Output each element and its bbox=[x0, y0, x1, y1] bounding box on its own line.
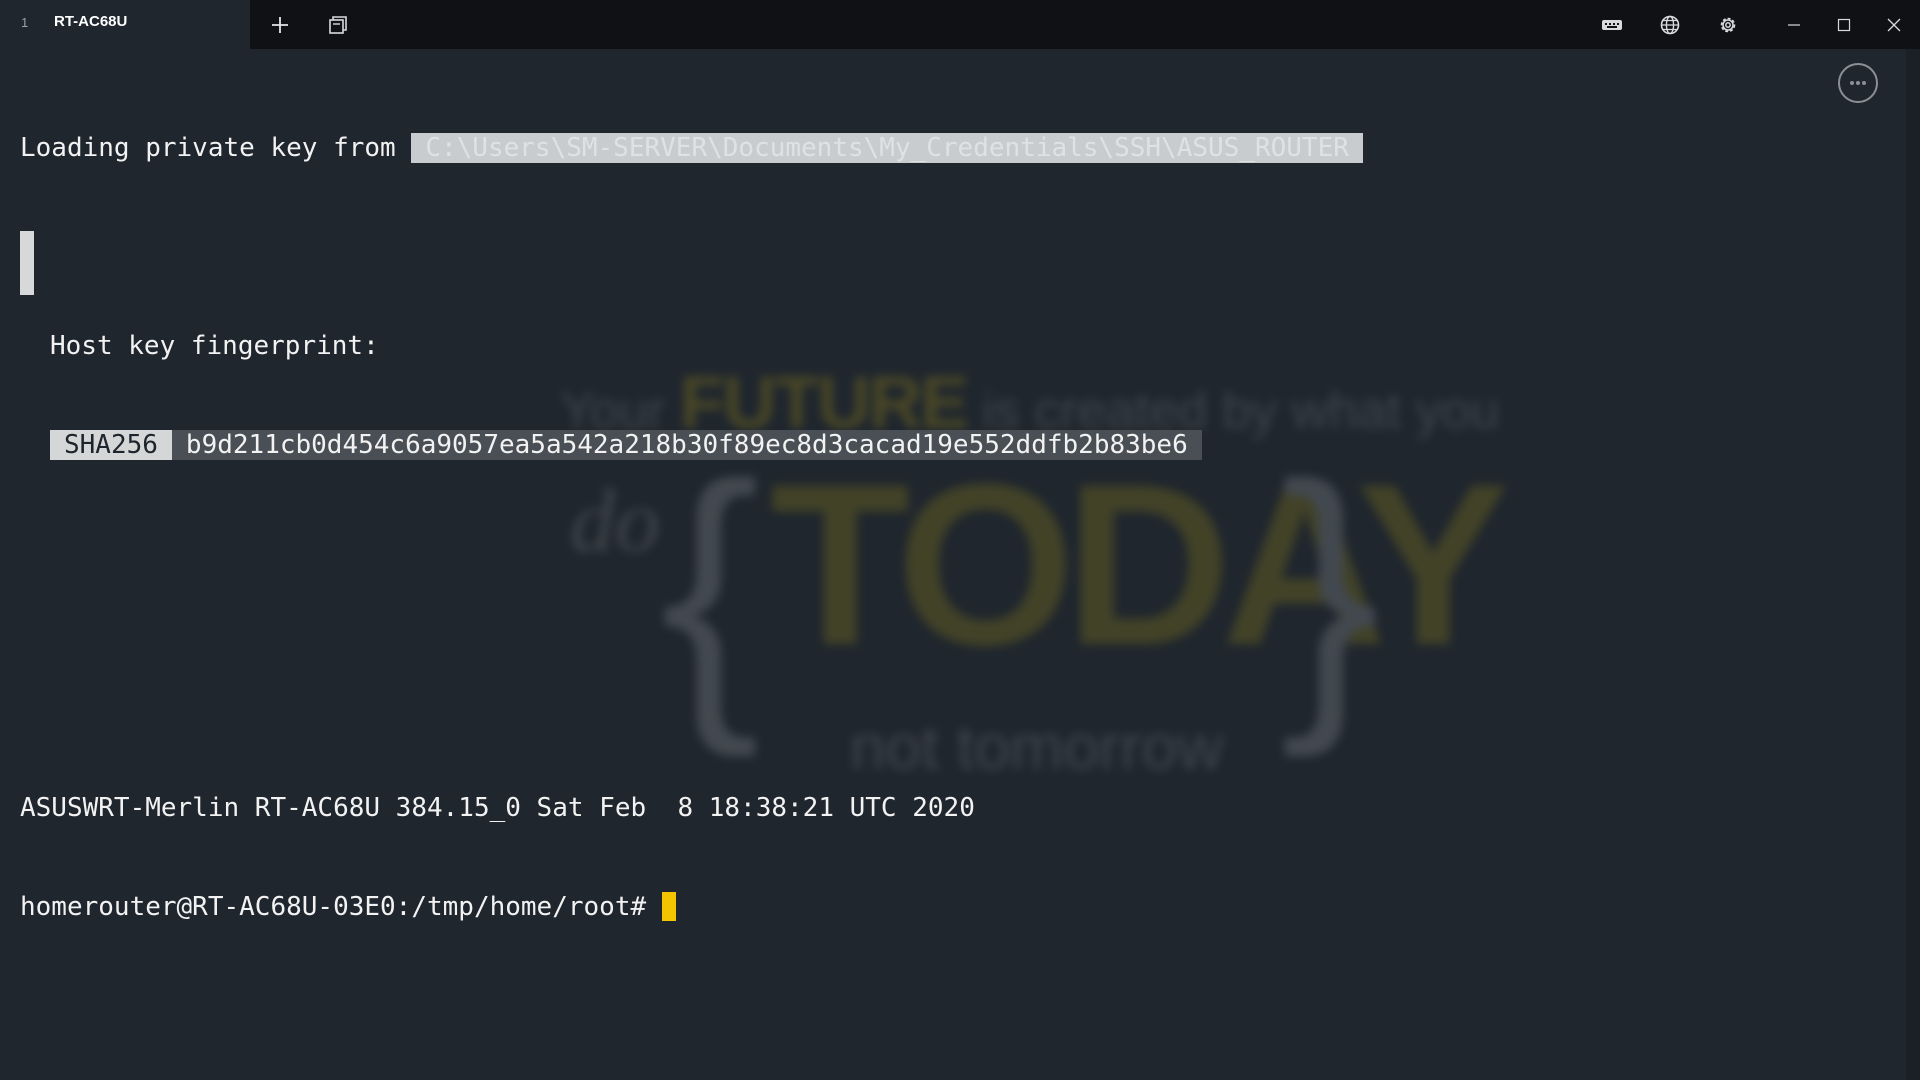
tab-index: 1 bbox=[21, 15, 29, 30]
terminal-window: 1 RT-AC68U Your FUTURE is created by wha… bbox=[0, 0, 1920, 1080]
title-bar: 1 RT-AC68U bbox=[0, 0, 1920, 49]
minimize-icon bbox=[1788, 23, 1800, 26]
maximize-icon bbox=[1837, 18, 1851, 31]
sha-value: b9d211cb0d454c6a9057ea5a542a218b30f89ec8… bbox=[171, 430, 1202, 460]
tab-rt-ac68u[interactable]: 1 RT-AC68U bbox=[0, 0, 250, 49]
prompt-line: homerouter@RT-AC68U-03E0:/tmp/home/root# bbox=[20, 891, 1363, 924]
maximize-button[interactable] bbox=[1820, 0, 1868, 49]
globe-button[interactable] bbox=[1646, 0, 1694, 49]
duplicate-tab-button[interactable] bbox=[314, 0, 362, 49]
text-cursor bbox=[662, 892, 677, 921]
keyboard-icon bbox=[1602, 19, 1622, 30]
duplicate-tab-icon bbox=[329, 15, 347, 34]
gear-icon bbox=[1720, 17, 1736, 32]
settings-button[interactable] bbox=[1704, 0, 1752, 49]
keyboard-button[interactable] bbox=[1588, 0, 1636, 49]
close-icon bbox=[1887, 18, 1901, 31]
new-tab-button[interactable] bbox=[256, 0, 304, 49]
tab-title: RT-AC68U bbox=[54, 13, 128, 30]
host-key-fingerprint-line: SHA256 b9d211cb0d454c6a9057ea5a542a218b30… bbox=[50, 429, 1363, 462]
terminal-blank-line-2 bbox=[20, 693, 1363, 726]
plus-icon bbox=[272, 16, 288, 33]
host-key-bar bbox=[20, 231, 34, 295]
shell-prompt: homerouter@RT-AC68U-03E0:/tmp/home/root# bbox=[20, 892, 647, 922]
more-horizontal-icon bbox=[1850, 81, 1866, 85]
more-options-button[interactable] bbox=[1838, 63, 1878, 103]
globe-icon bbox=[1660, 15, 1680, 34]
close-button[interactable] bbox=[1870, 0, 1918, 49]
key-path: C:\Users\SM-SERVER\Documents\My_Credenti… bbox=[411, 133, 1363, 163]
terminal-output[interactable]: Loading private key from C:\Users\SM-SER… bbox=[20, 66, 1363, 990]
minimize-button[interactable] bbox=[1770, 0, 1818, 49]
host-key-label: Host key fingerprint: bbox=[50, 331, 379, 361]
host-key-block: Host key fingerprint: SHA256 b9d211cb0d45… bbox=[20, 231, 1363, 528]
terminal-line-loading-key: Loading private key from C:\Users\SM-SER… bbox=[20, 132, 1363, 165]
scrollbar-track[interactable] bbox=[1906, 49, 1920, 1080]
router-banner: ASUSWRT-Merlin RT-AC68U 384.15_0 Sat Feb… bbox=[20, 793, 975, 823]
loading-key-text: Loading private key from bbox=[20, 133, 396, 163]
sha-label: SHA256 bbox=[50, 430, 172, 460]
